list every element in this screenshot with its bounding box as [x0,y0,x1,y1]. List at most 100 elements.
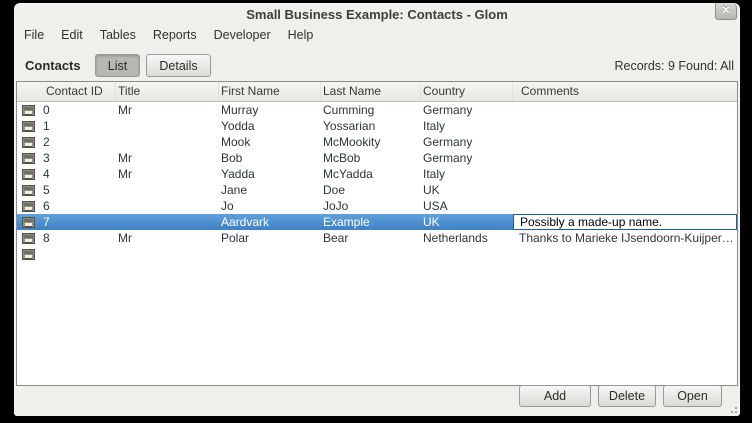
cell-title: Mr [116,166,219,182]
cell-country [421,246,513,262]
cell-country: UK [421,214,513,230]
cell-last-name: McMookity [321,134,421,150]
add-button[interactable]: Add [519,385,591,407]
table-row[interactable]: 2 Mook McMookity Germany [17,134,737,150]
cell-country: Italy [421,118,513,134]
record-open-icon[interactable] [22,137,35,148]
details-view-button[interactable]: Details [146,54,211,77]
titlebar[interactable]: Small Business Example: Contacts - Glom [14,3,740,25]
record-open-icon[interactable] [22,233,35,244]
cell-country: Italy [421,166,513,182]
table-row[interactable]: 0 Mr Murray Cumming Germany [17,102,737,118]
glom-window: Small Business Example: Contacts - Glom … [14,3,740,416]
cell-contact-id: 7 [43,214,50,230]
record-open-icon[interactable] [22,249,35,260]
cell-title [116,198,219,214]
cell-last-name: Example [321,214,421,230]
cell-contact-id: 4 [43,166,50,182]
menubar: File Edit Tables Reports Developer Help [14,25,740,45]
record-open-icon[interactable] [22,201,35,212]
table-header: Contact ID Title First Name Last Name Co… [17,82,737,102]
table-row[interactable]: 5 Jane Doe UK [17,182,737,198]
window-title: Small Business Example: Contacts - Glom [246,7,508,22]
cell-first-name: Jane [219,182,321,198]
records-list: Contact ID Title First Name Last Name Co… [16,81,738,386]
record-open-icon[interactable] [22,121,35,132]
column-header-comments[interactable]: Comments [513,82,737,101]
delete-button[interactable]: Delete [598,385,656,407]
column-header-country[interactable]: Country [421,82,513,101]
cell-first-name: Mook [219,134,321,150]
cell-first-name: Polar [219,230,321,246]
cell-contact-id: 2 [43,134,50,150]
record-open-icon[interactable] [22,153,35,164]
cell-last-name [321,246,421,262]
cell-title [116,134,219,150]
cell-contact-id: 0 [43,102,50,118]
cell-country: Germany [421,102,513,118]
cell-comments: Thanks to Marieke IJsendoorn-Kuijper… [513,230,737,246]
open-button-label: Open [677,389,708,403]
record-open-icon[interactable] [22,185,35,196]
table-row-selected[interactable]: 7 Aardvark Example UK Possibly a made-up… [17,214,737,230]
column-header-contact-id[interactable]: Contact ID [17,82,116,101]
cell-contact-id: 5 [43,182,50,198]
cell-last-name: McYadda [321,166,421,182]
details-view-label: Details [159,59,197,73]
cell-comments [513,102,737,118]
record-open-icon[interactable] [22,217,35,228]
cell-first-name: Aardvark [219,214,321,230]
close-icon: ✕ [722,5,730,16]
cell-title: Mr [116,102,219,118]
cell-last-name: Doe [321,182,421,198]
column-header-last-name[interactable]: Last Name [321,82,421,101]
resize-grip-icon[interactable] [728,404,737,413]
cell-first-name [219,246,321,262]
cell-comments [513,246,737,262]
cell-last-name: JoJo [321,198,421,214]
menu-help[interactable]: Help [281,26,321,44]
record-open-icon[interactable] [22,169,35,180]
open-button[interactable]: Open [663,385,722,407]
cell-country: UK [421,182,513,198]
table-row-new-placeholder[interactable] [17,246,737,262]
table-row[interactable]: 8 Mr Polar Bear Netherlands Thanks to Ma… [17,230,737,246]
cell-comments [513,198,737,214]
record-actions: Add Delete Open [519,385,722,407]
cell-title [116,182,219,198]
close-button[interactable]: ✕ [715,3,737,20]
cell-last-name: Yossarian [321,118,421,134]
column-header-title[interactable]: Title [116,82,219,101]
table-row[interactable]: 6 Jo JoJo USA [17,198,737,214]
list-view-label: List [108,59,127,73]
cell-last-name: Cumming [321,102,421,118]
cell-first-name: Yodda [219,118,321,134]
menu-developer[interactable]: Developer [207,26,278,44]
cell-title: Mr [116,230,219,246]
menu-reports[interactable]: Reports [146,26,204,44]
cell-last-name: McBob [321,150,421,166]
cell-comments [513,118,737,134]
cell-first-name: Yadda [219,166,321,182]
menu-tables[interactable]: Tables [93,26,143,44]
comments-edit-cell[interactable]: Possibly a made-up name. [513,214,737,230]
table-row[interactable]: 1 Yodda Yossarian Italy [17,118,737,134]
table-row[interactable]: 4 Mr Yadda McYadda Italy [17,166,737,182]
list-view-button[interactable]: List [95,54,140,77]
cell-contact-id: 1 [43,118,50,134]
cell-contact-id: 6 [43,198,50,214]
menu-file[interactable]: File [17,26,51,44]
menu-edit[interactable]: Edit [54,26,90,44]
records-summary: Records: 9 Found: All [614,59,734,73]
cell-title [116,214,219,230]
cell-comments [513,166,737,182]
record-open-icon[interactable] [22,105,35,116]
column-header-first-name[interactable]: First Name [219,82,321,101]
toolbar: Contacts List Details Records: 9 Found: … [14,45,740,81]
cell-comments [513,182,737,198]
cell-title: Mr [116,150,219,166]
cell-title [116,246,219,262]
table-name-label: Contacts [25,58,81,73]
table-row[interactable]: 3 Mr Bob McBob Germany [17,150,737,166]
cell-country: USA [421,198,513,214]
